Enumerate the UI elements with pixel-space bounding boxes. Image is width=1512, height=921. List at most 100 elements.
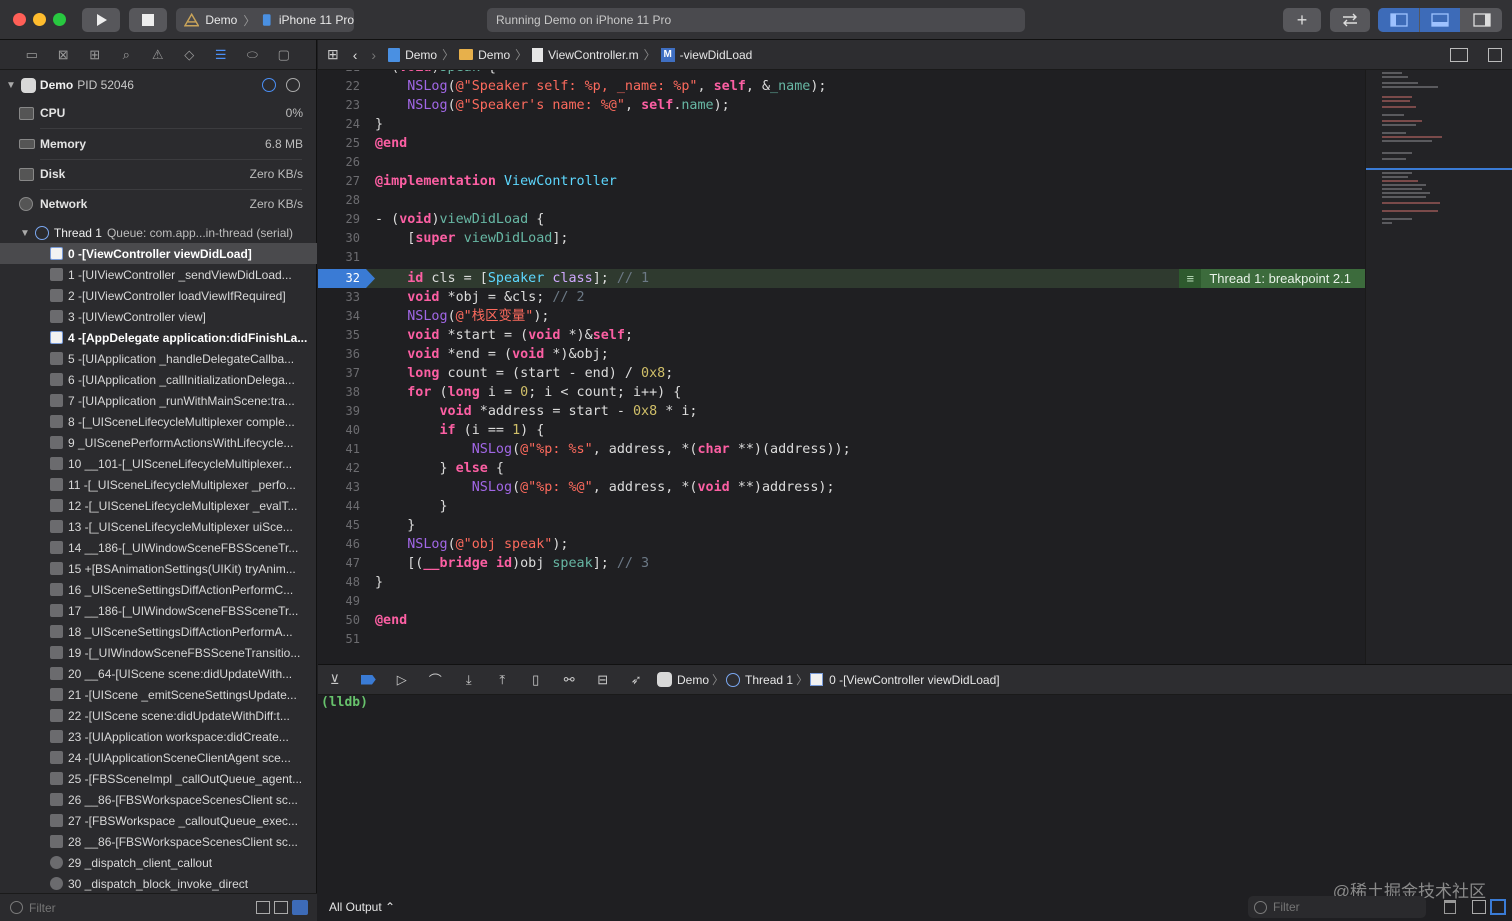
breadcrumb-item[interactable]: ViewController.m: [548, 48, 638, 62]
breadcrumb-item[interactable]: -viewDidLoad: [680, 48, 753, 62]
network-gauge[interactable]: Network Zero KB/s: [0, 189, 317, 219]
zoom-window-button[interactable]: [53, 13, 66, 26]
line-number[interactable]: 34: [318, 307, 360, 326]
gauge-toggle-icon[interactable]: [262, 78, 276, 92]
step-into-button[interactable]: ⤓: [452, 672, 486, 688]
line-number[interactable]: 48: [318, 573, 360, 592]
stack-frame-row[interactable]: 25 -[FBSSceneImpl _callOutQueue_agent...: [0, 768, 317, 789]
stack-frame-row[interactable]: 6 -[UIApplication _callInitializationDel…: [0, 369, 317, 390]
disclosure-triangle-icon[interactable]: ▼: [20, 228, 30, 239]
line-number[interactable]: 21: [318, 70, 360, 77]
disk-gauge[interactable]: Disk Zero KB/s: [0, 159, 317, 189]
line-number[interactable]: 50: [318, 611, 360, 630]
debug-navigator-tab[interactable]: ☰: [205, 40, 237, 70]
debug-view-hierarchy-button[interactable]: ▯: [519, 672, 553, 688]
process-row[interactable]: ▼ Demo PID 52046: [0, 75, 317, 95]
line-number[interactable]: 23: [318, 96, 360, 115]
variables-view-icon[interactable]: [1472, 900, 1486, 914]
stack-frame-row[interactable]: 26 __86-[FBSWorkspaceScenesClient sc...: [0, 789, 317, 810]
report-navigator-tab[interactable]: ▢: [268, 40, 300, 70]
stack-frame-row[interactable]: 27 -[FBSWorkspace _calloutQueue_exec...: [0, 810, 317, 831]
list-view-icon[interactable]: [256, 901, 270, 914]
breadcrumb-item[interactable]: Demo: [405, 48, 437, 62]
line-number[interactable]: 29: [318, 210, 360, 229]
breadcrumb-item[interactable]: Demo: [478, 48, 510, 62]
stack-frame-row[interactable]: 24 -[UIApplicationSceneClientAgent sce..…: [0, 747, 317, 768]
trash-icon[interactable]: [1444, 900, 1456, 914]
stack-frame-row[interactable]: 7 -[UIApplication _runWithMainScene:tra.…: [0, 390, 317, 411]
line-number[interactable]: 39: [318, 402, 360, 421]
debug-breadcrumb-item[interactable]: Thread 1: [745, 673, 793, 687]
stack-frame-row[interactable]: 13 -[_UISceneLifecycleMultiplexer uiSce.…: [0, 516, 317, 537]
issue-navigator-tab[interactable]: ⚠: [142, 40, 174, 70]
stack-frame-row[interactable]: 21 -[UIScene _emitSceneSettingsUpdate...: [0, 684, 317, 705]
forward-arrow-icon[interactable]: ›: [371, 47, 376, 63]
console-filter-input[interactable]: [1273, 900, 1413, 914]
stack-frame-row[interactable]: 17 __186-[_UIWindowSceneFBSSceneTr...: [0, 600, 317, 621]
debug-breadcrumb-item[interactable]: Demo: [677, 673, 709, 687]
find-navigator-tab[interactable]: ⌕: [111, 40, 143, 70]
memory-gauge[interactable]: Memory 6.8 MB: [0, 129, 317, 159]
line-number[interactable]: 40: [318, 421, 360, 440]
stack-frame-row[interactable]: 14 __186-[_UIWindowSceneFBSSceneTr...: [0, 537, 317, 558]
line-number[interactable]: 33: [318, 288, 360, 307]
code-review-button[interactable]: [1330, 8, 1370, 32]
line-number[interactable]: 27: [318, 172, 360, 191]
stack-frame-row[interactable]: 20 __64-[UIScene scene:didUpdateWith...: [0, 663, 317, 684]
step-out-button[interactable]: ⤒: [486, 672, 520, 688]
cpu-gauge[interactable]: CPU 0%: [0, 98, 317, 128]
toggle-navigator-button[interactable]: [1378, 8, 1419, 32]
line-number[interactable]: 43: [318, 478, 360, 497]
stack-frame-row[interactable]: 19 -[_UIWindowSceneFBSSceneTransitio...: [0, 642, 317, 663]
toggle-breakpoints-button[interactable]: [352, 674, 386, 685]
stack-frame-row[interactable]: 15 +[BSAnimationSettings(UIKit) tryAnim.…: [0, 558, 317, 579]
console-view-icon[interactable]: [1490, 899, 1506, 915]
line-number[interactable]: 51: [318, 630, 360, 649]
code-minimap[interactable]: [1365, 70, 1512, 664]
toggle-debug-area-button[interactable]: [1420, 8, 1460, 32]
grid-view-icon[interactable]: [274, 901, 288, 914]
test-navigator-tab[interactable]: ◇: [174, 40, 206, 70]
line-number[interactable]: 42: [318, 459, 360, 478]
line-number[interactable]: 26: [318, 153, 360, 172]
stack-frame-row[interactable]: 9 _UIScenePerformActionsWithLifecycle...: [0, 432, 317, 453]
thread-filter-icon[interactable]: [286, 78, 300, 92]
stack-frame-row[interactable]: 29 _dispatch_client_callout: [0, 852, 317, 873]
stack-frame-row[interactable]: 12 -[_UISceneLifecycleMultiplexer _evalT…: [0, 495, 317, 516]
line-number[interactable]: 30: [318, 229, 360, 248]
project-navigator-tab[interactable]: ▭: [16, 40, 48, 70]
stack-frame-row[interactable]: 18 _UISceneSettingsDiffActionPerformA...: [0, 621, 317, 642]
thread-row[interactable]: ▼ Thread 1 Queue: com.app...in-thread (s…: [0, 223, 317, 243]
scheme-selector[interactable]: Demo 〉 iPhone 11 Pro: [176, 8, 354, 32]
line-number[interactable]: 35: [318, 326, 360, 345]
line-number[interactable]: 47: [318, 554, 360, 573]
stack-frame-row[interactable]: 4 -[AppDelegate application:didFinishLa.…: [0, 327, 317, 348]
source-editor[interactable]: 32 2122232425262728293031333435363738394…: [318, 70, 1365, 664]
line-number[interactable]: 28: [318, 191, 360, 210]
stack-frame-row[interactable]: 1 -[UIViewController _sendViewDidLoad...: [0, 264, 317, 285]
console-filter-field[interactable]: [1248, 896, 1426, 918]
line-number[interactable]: 24: [318, 115, 360, 134]
stack-frame-row[interactable]: 11 -[_UISceneLifecycleMultiplexer _perfo…: [0, 474, 317, 495]
source-control-navigator-tab[interactable]: ⊠: [48, 40, 80, 70]
add-editor-icon[interactable]: [1488, 48, 1502, 62]
stack-frame-row[interactable]: 2 -[UIViewController loadViewIfRequired]: [0, 285, 317, 306]
line-number[interactable]: 38: [318, 383, 360, 402]
line-number[interactable]: 22: [318, 77, 360, 96]
navigator-filter-input[interactable]: [29, 900, 229, 915]
stack-frame-row[interactable]: 28 __86-[FBSWorkspaceScenesClient sc...: [0, 831, 317, 852]
line-number[interactable]: 36: [318, 345, 360, 364]
disclosure-triangle-icon[interactable]: ▼: [6, 80, 16, 91]
stack-frame-row[interactable]: 10 __101-[_UISceneLifecycleMultiplexer..…: [0, 453, 317, 474]
stack-frame-row[interactable]: 0 -[ViewController viewDidLoad]: [0, 243, 317, 264]
related-items-icon[interactable]: ⊞: [327, 46, 339, 63]
stack-frame-row[interactable]: 5 -[UIApplication _handleDelegateCallba.…: [0, 348, 317, 369]
line-number[interactable]: 41: [318, 440, 360, 459]
run-button[interactable]: [82, 8, 120, 32]
line-number[interactable]: 37: [318, 364, 360, 383]
back-arrow-icon[interactable]: ‹: [353, 47, 358, 63]
stack-frame-row[interactable]: 3 -[UIViewController view]: [0, 306, 317, 327]
breakpoint-navigator-tab[interactable]: ⬭: [237, 40, 269, 70]
symbol-navigator-tab[interactable]: ⊞: [79, 40, 111, 70]
stack-frame-row[interactable]: 30 _dispatch_block_invoke_direct: [0, 873, 317, 894]
